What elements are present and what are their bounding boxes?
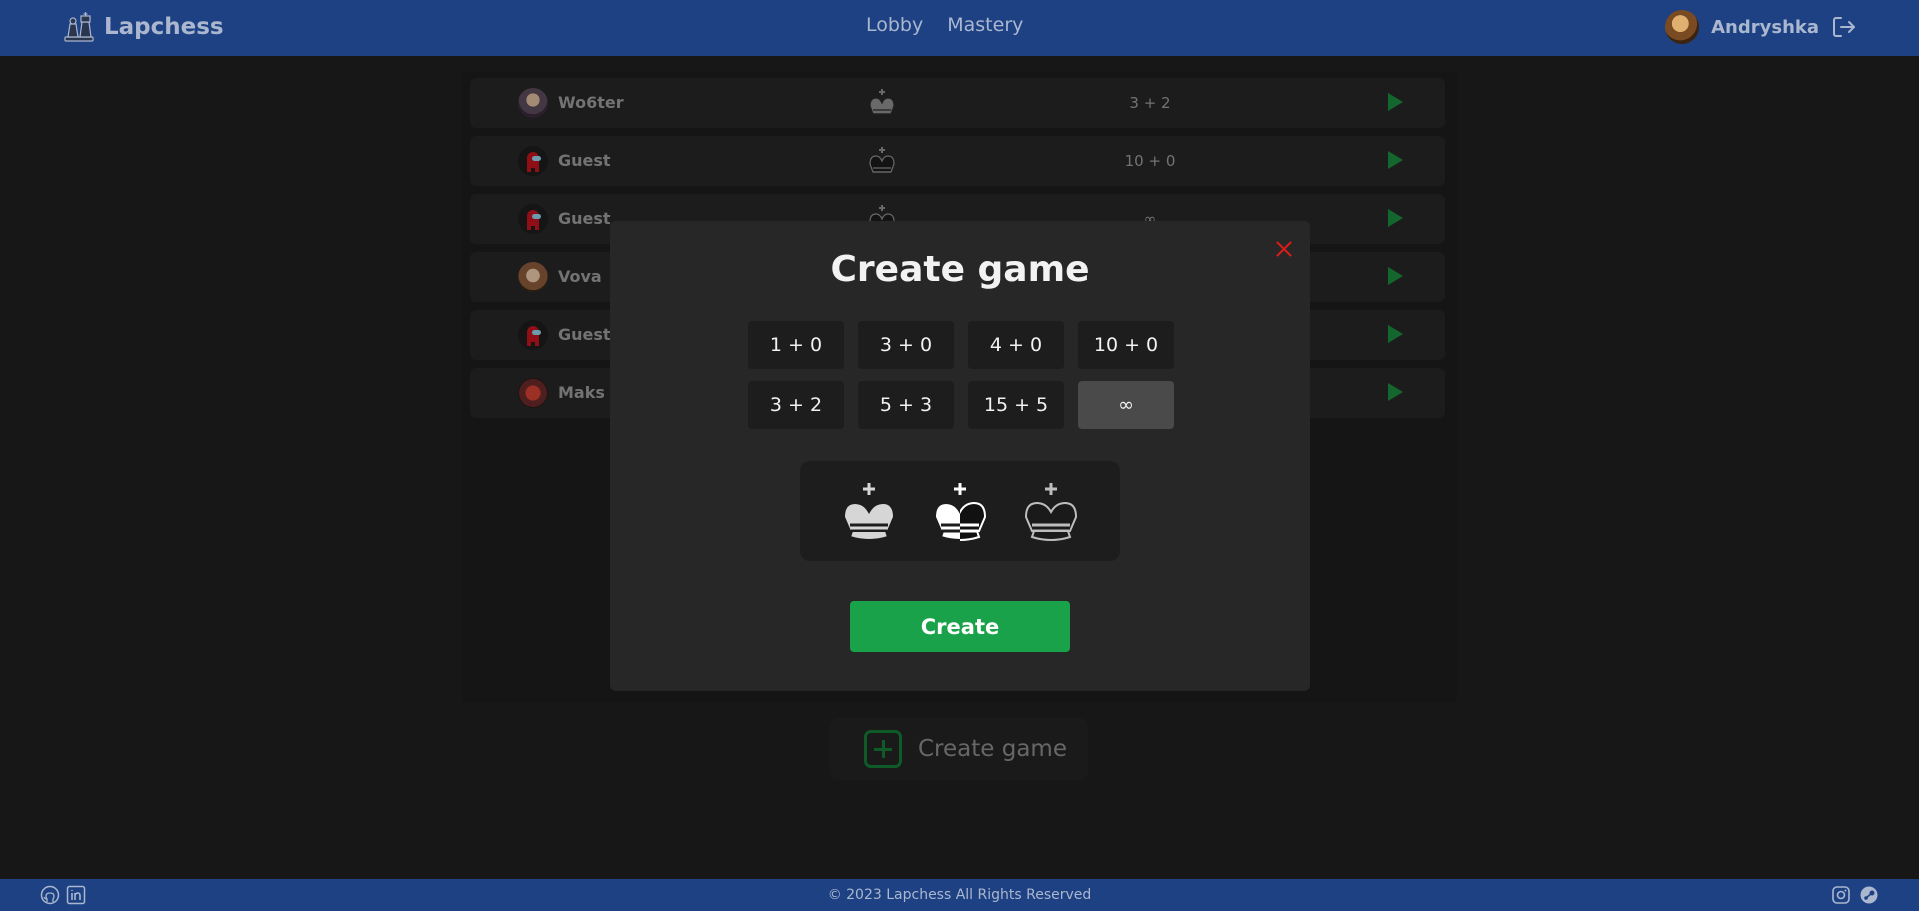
main-nav: Lobby Mastery: [866, 14, 1023, 36]
logo[interactable]: Lapchess: [62, 10, 224, 44]
steam-icon[interactable]: [1859, 885, 1879, 905]
time-control-15-5[interactable]: 15 + 5: [968, 381, 1064, 429]
side-selector: [800, 461, 1120, 561]
modal-title: Create game: [830, 249, 1090, 290]
footer-social-left: [40, 885, 86, 905]
logo-text: Lapchess: [104, 14, 224, 40]
copyright-text: © 2023 Lapchess All Rights Reserved: [827, 887, 1092, 903]
time-control-3-0[interactable]: 3 + 0: [858, 321, 954, 369]
instagram-icon[interactable]: [1831, 885, 1851, 905]
create-button[interactable]: Create: [850, 601, 1070, 652]
github-icon[interactable]: [40, 885, 60, 905]
time-control-3-2[interactable]: 3 + 2: [748, 381, 844, 429]
user-avatar[interactable]: [1665, 10, 1700, 44]
nav-lobby[interactable]: Lobby: [866, 14, 923, 36]
time-control-unlimited[interactable]: ∞: [1078, 381, 1174, 429]
username[interactable]: Andryshka: [1711, 17, 1819, 38]
logout-icon[interactable]: [1831, 14, 1857, 40]
time-control-1-0[interactable]: 1 + 0: [748, 321, 844, 369]
linkedin-icon[interactable]: [66, 885, 86, 905]
white-king-icon[interactable]: [836, 479, 902, 545]
time-control-10-0[interactable]: 10 + 0: [1078, 321, 1174, 369]
create-game-modal: Create game 1 + 0 3 + 0 4 + 0 10 + 0 3 +…: [610, 221, 1310, 691]
chess-pieces-logo-icon: [64, 12, 94, 42]
time-control-4-0[interactable]: 4 + 0: [968, 321, 1064, 369]
user-menu: Andryshka: [1665, 10, 1857, 44]
black-king-icon[interactable]: [1018, 479, 1084, 545]
footer-social-right: [1831, 885, 1879, 905]
nav-mastery[interactable]: Mastery: [947, 14, 1023, 36]
random-side-king-icon[interactable]: [927, 479, 993, 545]
top-navbar: Lapchess Lobby Mastery Andryshka: [0, 0, 1919, 56]
time-control-5-3[interactable]: 5 + 3: [858, 381, 954, 429]
footer: © 2023 Lapchess All Rights Reserved: [0, 879, 1919, 911]
